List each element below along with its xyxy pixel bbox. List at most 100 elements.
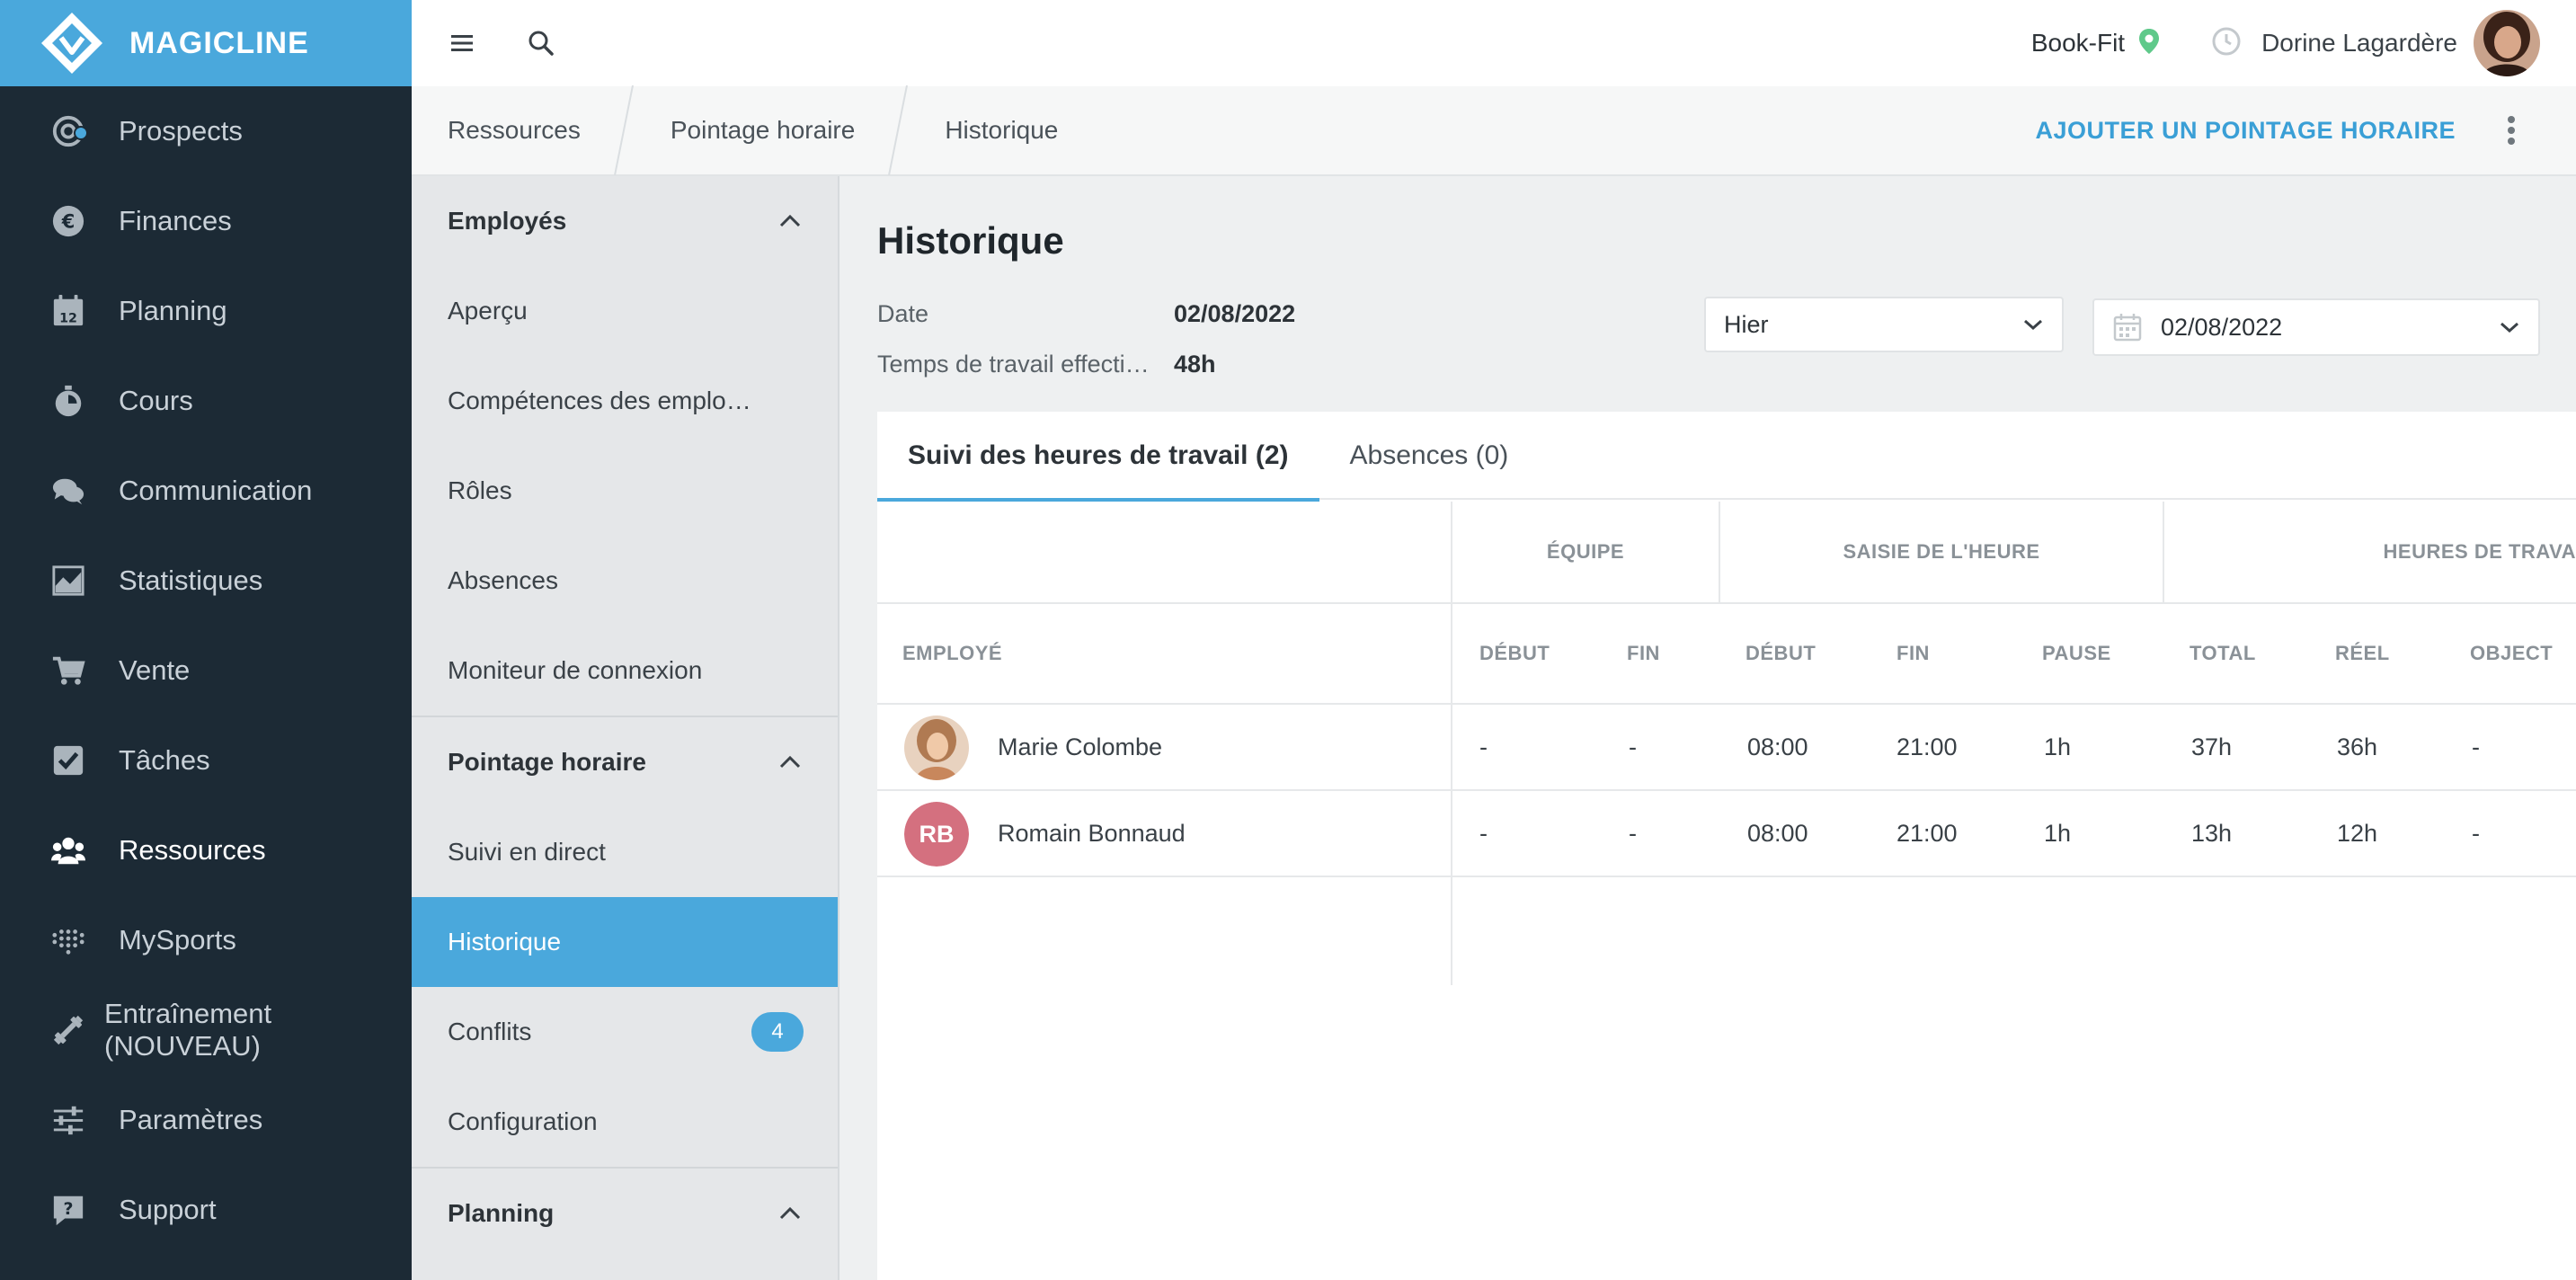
sidebar-item-finances[interactable]: € Finances [0, 176, 412, 266]
group-header-heures-label: HEURES DE TRAVA [2383, 540, 2576, 563]
cell-saisie-debut: 08:00 [1747, 733, 1808, 760]
sidebar-item-communication[interactable]: Communication [0, 446, 412, 536]
sidebar-item-prospects[interactable]: Prospects [0, 86, 412, 176]
sidebar-item-planning[interactable]: 12 Planning [0, 266, 412, 356]
col-header-total[interactable]: TOTAL [2190, 604, 2256, 703]
chevron-down-icon [2024, 319, 2042, 331]
group-header-heures: HEURES DE TRAVA [2163, 502, 2576, 602]
subnav-item-competences[interactable]: Compétences des emplo… [412, 356, 838, 446]
menu-toggle-button[interactable] [444, 25, 480, 61]
col-header-employe[interactable]: EMPLOYÉ [902, 604, 1002, 703]
user-avatar[interactable] [2474, 10, 2540, 76]
subnav-section-planning[interactable]: Planning [412, 1169, 838, 1258]
subnav-section-title: Pointage horaire [448, 748, 646, 776]
subnav-item-absences[interactable]: Absences [412, 536, 838, 626]
breadcrumb-pointage-horaire[interactable]: Pointage horaire [635, 86, 887, 174]
svg-text:12: 12 [59, 311, 77, 325]
sidebar-item-label: Communication [119, 475, 313, 506]
cell-saisie-fin: 21:00 [1896, 819, 1958, 847]
subnav-item-conflits[interactable]: Conflits 4 [412, 987, 838, 1077]
subnav-item-apercu[interactable]: Aperçu [412, 266, 838, 356]
cell-objectif: - [2472, 819, 2480, 847]
main-content: Historique Date 02/08/2022 Temps de trav… [839, 176, 2576, 1280]
sidebar-item-label: MySports [119, 924, 236, 956]
brand-name: MAGICLINE [129, 25, 309, 60]
sidebar-item-taches[interactable]: Tâches [0, 716, 412, 805]
sidebar-item-parametres[interactable]: Paramètres [0, 1075, 412, 1165]
sidebar-item-entrainement[interactable]: Entraînement (NOUVEAU) [0, 985, 412, 1075]
page-title: Historique [877, 219, 1064, 262]
subnav-item-roles[interactable]: Rôles [412, 446, 838, 536]
chevron-up-icon [779, 214, 801, 227]
meta-date-value: 02/08/2022 [1174, 300, 1296, 327]
date-select[interactable]: 02/08/2022 [2092, 298, 2540, 356]
sidebar-item-label: Tâches [119, 744, 210, 776]
top-bar: Book-Fit Dorine Lagardère [412, 0, 2576, 86]
col-header-reel[interactable]: RÉEL [2335, 604, 2390, 703]
clock-icon[interactable] [2211, 26, 2242, 61]
period-select-value: Hier [1724, 310, 1769, 338]
breadcrumb-historique[interactable]: Historique [909, 86, 1090, 174]
users-icon [50, 832, 86, 868]
subnav-section-pointage[interactable]: Pointage horaire [412, 717, 838, 807]
tab-work-hours[interactable]: Suivi des heures de travail (2) [877, 412, 1319, 502]
cell-reel: 12h [2337, 819, 2378, 847]
table-row[interactable]: RB Romain Bonnaud - - 08:00 21:00 1h 13h… [877, 791, 2576, 877]
sidebar-item-support[interactable]: ? Support [0, 1165, 412, 1255]
employee-avatar [904, 716, 969, 780]
magicline-logo-icon [41, 13, 102, 74]
col-header-saisie-debut[interactable]: DÉBUT [1745, 604, 1816, 703]
sidebar-item-cours[interactable]: Cours [0, 356, 412, 446]
col-header-objectif[interactable]: OBJECT [2470, 604, 2553, 703]
user-name[interactable]: Dorine Lagardère [2261, 29, 2457, 58]
more-options-icon[interactable] [2502, 112, 2520, 148]
cell-objectif: - [2472, 733, 2480, 760]
table-group-header: ÉQUIPE SAISIE DE L'HEURE HEURES DE TRAVA [877, 502, 2576, 604]
sidebar-item-label: Finances [119, 205, 232, 236]
cell-equipe-debut: - [1479, 733, 1488, 760]
cell-equipe-debut: - [1479, 819, 1488, 847]
breadcrumb-ressources[interactable]: Ressources [412, 86, 613, 174]
col-header-equipe-debut[interactable]: DÉBUT [1479, 604, 1550, 703]
date-select-value: 02/08/2022 [2161, 313, 2283, 341]
sidebar-item-label: Paramètres [119, 1104, 263, 1135]
search-button[interactable] [523, 25, 559, 61]
tab-bar: Suivi des heures de travail (2) Absences… [877, 412, 2576, 502]
notification-dot [74, 126, 88, 140]
add-time-entry-button[interactable]: AJOUTER UN POINTAGE HORAIRE [2035, 117, 2456, 145]
meta-worktime-value: 48h [1174, 351, 1216, 378]
cell-reel: 36h [2337, 733, 2378, 760]
location-pin-icon [2137, 28, 2161, 59]
history-card: Suivi des heures de travail (2) Absences… [877, 412, 2576, 1280]
col-header-pause[interactable]: PAUSE [2042, 604, 2111, 703]
col-header-equipe-fin[interactable]: FIN [1627, 604, 1660, 703]
studio-selector[interactable]: Book-Fit [2031, 29, 2125, 58]
subnav-section-employes[interactable]: Employés [412, 176, 838, 266]
sidebar-item-label: Entraînement (NOUVEAU) [104, 998, 272, 1062]
sidebar-item-ressources[interactable]: Ressources [0, 805, 412, 895]
cell-equipe-fin: - [1629, 819, 1637, 847]
checkbox-icon [50, 742, 86, 778]
meta-date-label: Date [877, 300, 929, 327]
employee-initials: RB [904, 802, 969, 867]
stopwatch-icon [50, 383, 86, 419]
sidebar-item-vente[interactable]: Vente [0, 626, 412, 716]
sidebar-item-mysports[interactable]: MySports [0, 895, 412, 985]
subnav-item-configuration[interactable]: Configuration [412, 1077, 838, 1167]
table-row[interactable]: Marie Colombe - - 08:00 21:00 1h 37h 36h… [877, 705, 2576, 791]
tab-absences[interactable]: Absences (0) [1319, 412, 1540, 500]
table-column-header: EMPLOYÉ DÉBUT FIN DÉBUT FIN PAUSE TOTAL … [877, 604, 2576, 705]
brand-header[interactable]: MAGICLINE [0, 0, 412, 86]
sidebar-item-label: Cours [119, 385, 193, 416]
subnav-item-suivi-direct[interactable]: Suivi en direct [412, 807, 838, 897]
subnav-item-historique[interactable]: Historique [412, 897, 838, 987]
sidebar-item-statistiques[interactable]: Statistiques [0, 536, 412, 626]
subnav-section-title: Planning [448, 1199, 555, 1227]
subnav-item-moniteur[interactable]: Moniteur de connexion [412, 626, 838, 716]
period-select[interactable]: Hier [1704, 297, 2064, 352]
chevron-up-icon [779, 1206, 801, 1220]
sliders-icon [50, 1102, 86, 1138]
col-header-saisie-fin[interactable]: FIN [1896, 604, 1930, 703]
cell-total: 37h [2191, 733, 2233, 760]
breadcrumb-separator [887, 84, 909, 176]
